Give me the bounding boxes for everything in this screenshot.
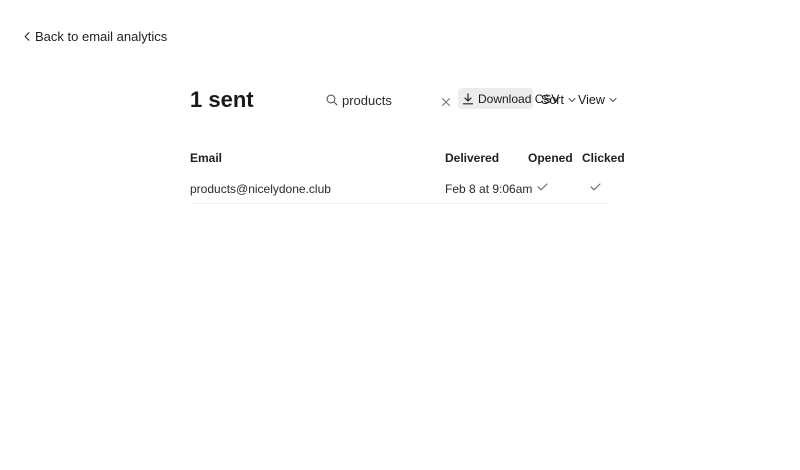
column-header-email[interactable]: Email xyxy=(190,151,222,165)
back-to-analytics-link[interactable]: Back to email analytics xyxy=(24,29,167,44)
sort-label: Sort xyxy=(541,93,564,107)
row-delivered: Feb 8 at 9:06am xyxy=(445,182,533,196)
sent-emails-table: Email Delivered Opened Clicked products@… xyxy=(190,148,625,204)
sort-dropdown[interactable]: Sort xyxy=(541,90,576,110)
view-label: View xyxy=(578,93,605,107)
table-header: Email Delivered Opened Clicked xyxy=(190,148,625,168)
row-email: products@nicelydone.club xyxy=(190,182,331,196)
download-icon xyxy=(462,92,474,104)
column-header-delivered[interactable]: Delivered xyxy=(445,151,499,165)
download-csv-button[interactable]: Download CSV xyxy=(458,88,559,109)
search-input[interactable] xyxy=(342,90,437,110)
back-link-label: Back to email analytics xyxy=(35,29,168,44)
search-icon xyxy=(326,94,338,106)
table-row[interactable]: products@nicelydone.club Feb 8 at 9:06am xyxy=(190,174,610,204)
column-header-opened[interactable]: Opened xyxy=(528,151,573,165)
column-header-clicked[interactable]: Clicked xyxy=(582,151,625,165)
view-dropdown[interactable]: View xyxy=(578,90,617,110)
chevron-left-icon xyxy=(24,32,30,41)
chevron-down-icon xyxy=(609,97,617,103)
check-icon xyxy=(537,183,548,191)
chevron-down-icon xyxy=(568,97,576,103)
header-row: 1 sent Download CSV Sort xyxy=(190,87,617,112)
check-icon xyxy=(590,183,601,191)
close-icon[interactable] xyxy=(441,94,451,112)
page-title: 1 sent xyxy=(190,87,254,112)
page: Back to email analytics 1 sent Download … xyxy=(0,0,800,470)
search-box[interactable] xyxy=(326,90,452,110)
